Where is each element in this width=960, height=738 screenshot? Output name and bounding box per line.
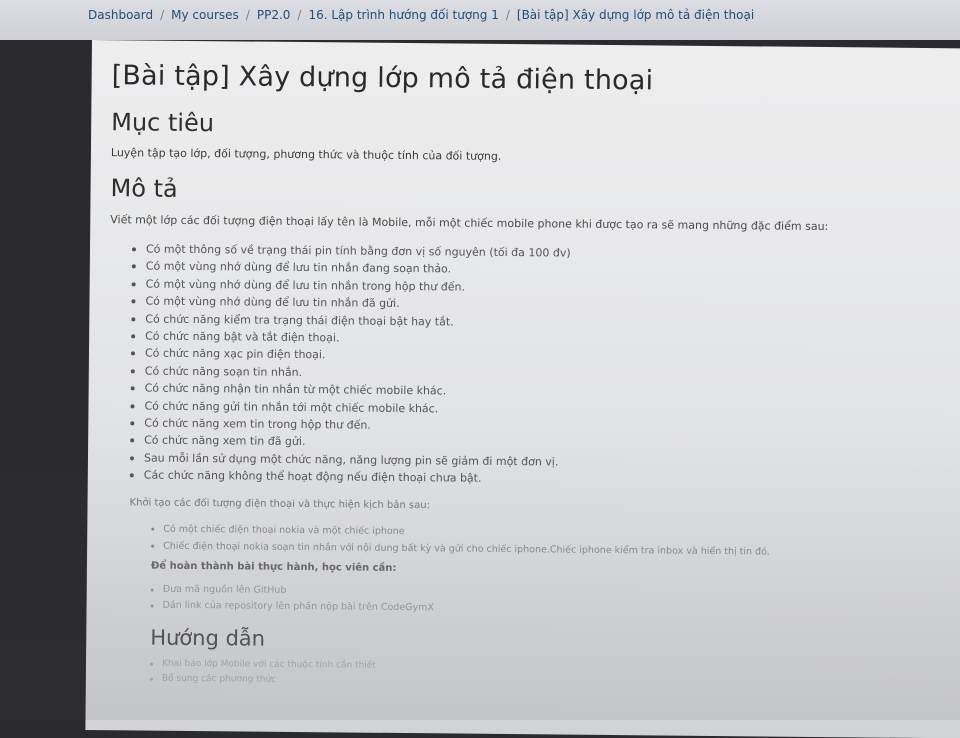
bullet-icon	[131, 299, 136, 304]
bullet-icon	[130, 404, 135, 409]
breadcrumb-separator: /	[505, 8, 510, 22]
bullet-icon	[131, 282, 136, 287]
list-item-text: Có chức năng nhận tin nhắn từ một chiếc …	[144, 381, 447, 398]
list-item-text: Có một chiếc điện thoại nokia và một chi…	[163, 523, 405, 537]
list-item-text: Dán link của repository lên phần nộp bài…	[162, 599, 434, 613]
breadcrumb-course[interactable]: PP2.0	[257, 8, 291, 22]
list-item-text: Có chức năng xem tin đã gửi.	[144, 433, 306, 449]
guide-list: Khai báo lớp Mobile với các thuộc tính c…	[106, 656, 946, 694]
list-item-text: Có chức năng gửi tin nhắn tới một chiếc …	[144, 399, 439, 415]
list-item-text: Có một vùng nhớ dùng để lưu tin nhắn đã …	[145, 294, 400, 311]
list-item-text: Có chức năng bật và tắt điện thoại.	[145, 329, 340, 345]
list-item-text: Có một vùng nhớ dùng để lưu tin nhắn tro…	[145, 277, 466, 294]
top-bar: Dashboard / My courses / PP2.0 / 16. Lập trình…	[0, 0, 960, 40]
breadcrumb-dashboard[interactable]: Dashboard	[88, 8, 153, 22]
scenario-intro: Khởi tạo các đối tượng điện thoại và thự…	[129, 497, 431, 511]
list-item-text: Có chức năng kiểm tra trạng thái điện th…	[145, 312, 454, 329]
requirements-heading: Để hoàn thành bài thực hành, học viên cầ…	[150, 560, 397, 574]
list-item-text: Có chức năng xạc pin điện thoại.	[144, 346, 326, 362]
list-item-text: Có một thông số về trạng thái pin tính b…	[145, 242, 571, 260]
bullet-icon	[130, 421, 135, 426]
bullet-icon	[129, 456, 135, 461]
list-item-text: Chiếc điện thoại nokia soạn tin nhắn với…	[163, 540, 770, 558]
main-content: [Bài tập] Xây dựng lớp mô tả điện thoại …	[106, 60, 952, 694]
scenario-list: Có một chiếc điện thoại nokia và một chi…	[107, 520, 947, 562]
list-item-text: Bổ sung các phương thức	[161, 673, 277, 685]
page-title: [Bài tập] Xây dựng lớp mô tả điện thoại	[111, 60, 654, 97]
breadcrumb-separator: /	[160, 8, 165, 22]
breadcrumb-separator: /	[297, 8, 302, 22]
description-heading: Mô tả	[110, 174, 178, 203]
description-text: Viết một lớp các đối tượng điện thoại lấ…	[110, 213, 829, 234]
list-item-text: Các chức năng không thể hoạt động nếu đi…	[143, 468, 482, 486]
bullet-icon	[129, 473, 134, 478]
bullet-icon	[131, 317, 136, 322]
feature-list: Có một thông số về trạng thái pin tính b…	[108, 240, 950, 492]
list-item-text: Có một vùng nhớ dùng để lưu tin nhắn đan…	[145, 259, 452, 276]
list-item-text: Sau mỗi lần sử dụng một chức năng, năng …	[143, 451, 559, 469]
bullet-icon	[151, 527, 155, 531]
bullet-icon	[149, 677, 153, 681]
list-item-text: Đưa mã nguồn lên GitHub	[162, 583, 287, 596]
breadcrumb: Dashboard / My courses / PP2.0 / 16. Lập trình…	[88, 8, 754, 22]
breadcrumb-my-courses[interactable]: My courses	[171, 8, 239, 22]
goal-heading: Mục tiêu	[111, 108, 215, 138]
breadcrumb-section[interactable]: 16. Lập trình hướng đối tượng 1	[308, 8, 498, 22]
content-panel: [Bài tập] Xây dựng lớp mô tả điện thoại …	[85, 40, 960, 738]
bullet-icon	[131, 247, 137, 252]
breadcrumb-current[interactable]: [Bài tập] Xây dựng lớp mô tả điện thoại	[517, 8, 754, 22]
bullet-icon	[131, 264, 136, 269]
list-item-text: Có chức năng xem tin trong hộp thư đến.	[144, 416, 371, 432]
bullet-icon	[130, 369, 135, 374]
goal-text: Luyện tập tạo lớp, đối tượng, phương thứ…	[110, 146, 502, 163]
bullet-icon	[151, 544, 155, 548]
breadcrumb-separator: /	[245, 8, 250, 22]
bullet-icon	[130, 351, 136, 356]
list-item-text: Khai báo lớp Mobile với các thuộc tính c…	[161, 658, 376, 671]
bullet-icon	[150, 588, 154, 592]
bullet-icon	[130, 386, 135, 391]
list-item-text: Có chức năng soạn tin nhắn.	[144, 364, 303, 379]
bullet-icon	[150, 604, 154, 608]
bullet-icon	[150, 662, 154, 666]
bullet-icon	[131, 334, 136, 339]
bullet-icon	[130, 438, 135, 443]
guide-heading: Hướng dẫn	[150, 625, 266, 651]
requirements-list: Đưa mã nguồn lên GitHub Dán link của rep…	[107, 581, 947, 621]
